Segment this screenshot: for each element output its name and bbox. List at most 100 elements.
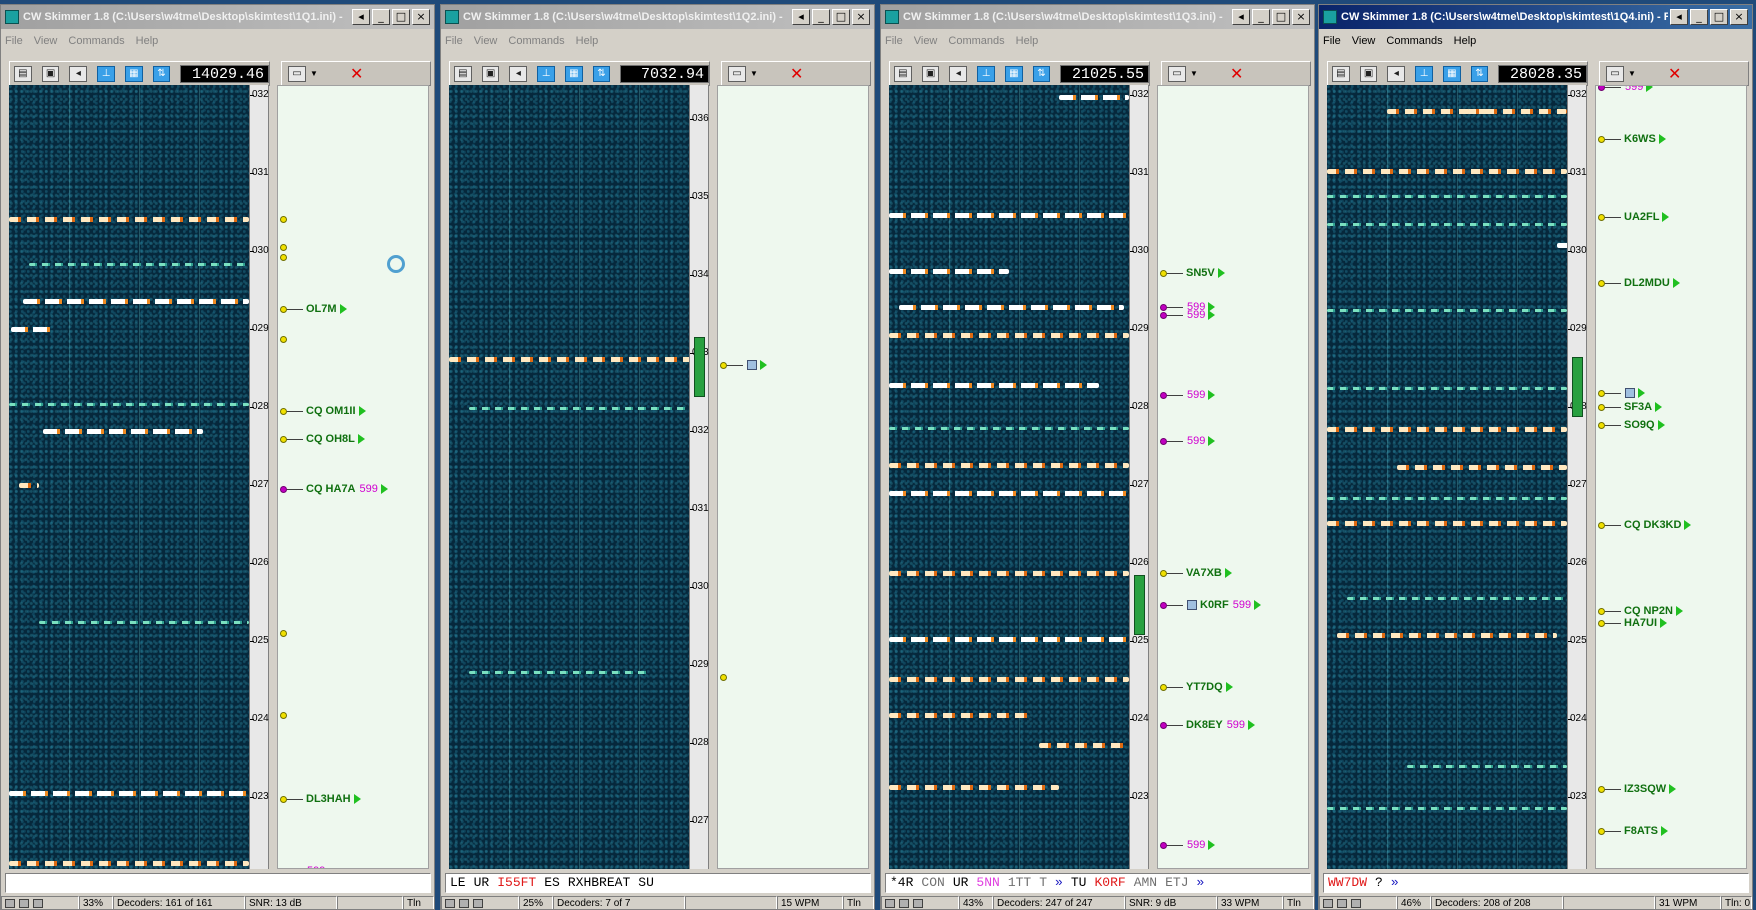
spot-item[interactable]: F8ATS (1598, 824, 1669, 838)
sync-icon[interactable]: ⇅ (592, 65, 611, 82)
decoded-word[interactable]: CON (921, 875, 944, 890)
spots-panel[interactable] (717, 85, 869, 869)
menu-help[interactable]: Help (136, 35, 159, 47)
keyer-icon[interactable]: ▣ (921, 65, 940, 82)
restore-button[interactable]: ◂ (1670, 9, 1688, 25)
radio-icon[interactable]: ▤ (454, 65, 472, 82)
spot-item[interactable] (280, 250, 287, 264)
decoded-word[interactable]: T (1039, 875, 1047, 890)
spot-callsign[interactable]: F8ATS (1624, 825, 1658, 837)
cw-signal-trace[interactable] (1327, 387, 1567, 390)
close-button[interactable]: × (1730, 9, 1748, 25)
spot-item[interactable]: K0RF 599 (1160, 598, 1262, 612)
play-icon[interactable] (1254, 600, 1262, 610)
spot-callsign[interactable]: CQ HA7A (306, 483, 356, 495)
waterfall-display[interactable] (1327, 85, 1567, 869)
restore-button[interactable]: ◂ (352, 9, 370, 25)
spot-item[interactable] (280, 332, 287, 346)
cw-signal-trace[interactable] (469, 407, 689, 410)
minimize-button[interactable]: _ (372, 9, 390, 25)
cw-signal-trace[interactable] (1347, 597, 1567, 600)
minimize-button[interactable]: _ (1252, 9, 1270, 25)
decoded-word[interactable]: I55FT (497, 875, 536, 890)
decoded-word[interactable]: UR (953, 875, 969, 890)
spot-callsign[interactable]: YT7DQ (1186, 681, 1223, 693)
cw-signal-trace[interactable] (889, 677, 1129, 682)
play-icon[interactable] (1208, 310, 1216, 320)
spot-callsign[interactable]: IZ3SQW (1624, 783, 1666, 795)
cw-signal-trace[interactable] (889, 213, 1129, 218)
close-button[interactable]: × (412, 9, 430, 25)
decoded-word[interactable]: 1TT (1008, 875, 1031, 890)
cw-signal-trace[interactable] (889, 463, 1129, 468)
spot-item[interactable]: 599 (1160, 308, 1216, 322)
menu-file[interactable]: File (5, 35, 23, 47)
play-icon[interactable] (1669, 784, 1677, 794)
spot-item[interactable]: CQ DK3KD (1598, 518, 1692, 532)
spot-filter-icon[interactable]: ▭ (1606, 65, 1624, 82)
tuning-marker[interactable] (694, 337, 705, 397)
spot-item[interactable] (280, 626, 287, 640)
chevron-down-icon[interactable]: ▼ (310, 69, 320, 78)
maximize-button[interactable]: □ (1272, 9, 1290, 25)
decoded-word[interactable]: » (1197, 875, 1205, 890)
save-icon[interactable]: ▦ (564, 65, 583, 82)
decoded-text[interactable]: LE UR I55FT ES RXHBREAT SU (445, 873, 871, 893)
spot-item[interactable]: 599 (1160, 838, 1216, 852)
spot-item[interactable]: K6WS (1598, 132, 1666, 146)
waterfall-display[interactable] (889, 85, 1129, 869)
keyer-icon[interactable]: ▣ (481, 65, 500, 82)
menu-commands[interactable]: Commands (1386, 35, 1442, 47)
play-icon[interactable] (1217, 268, 1225, 278)
close-button[interactable]: × (852, 9, 870, 25)
speaker-icon[interactable]: ◂ (949, 65, 968, 82)
frequency-scale[interactable]: 032 031 030 029 028 027 026 025 024 023 (1129, 85, 1149, 869)
decoded-word[interactable]: ETJ (1165, 875, 1188, 890)
cw-signal-trace[interactable] (9, 861, 249, 866)
cw-signal-trace[interactable] (889, 713, 1029, 718)
skimmer-window-3[interactable]: CW Skimmer 1.8 (C:\Users\w4tme\Desktop\s… (880, 4, 1315, 910)
cw-signal-trace[interactable] (1059, 95, 1129, 100)
spot-item[interactable] (1598, 386, 1645, 400)
spot-filter-icon[interactable]: ▭ (288, 65, 306, 82)
clear-spots-icon[interactable]: ✕ (1230, 64, 1243, 83)
keyer-icon[interactable]: ▣ (41, 65, 60, 82)
spot-callsign[interactable]: OL7M (306, 303, 337, 315)
spot-item[interactable]: 599 (1160, 388, 1216, 402)
spot-callsign[interactable]: CQ DK3KD (1624, 519, 1681, 531)
skimmer-window-1[interactable]: CW Skimmer 1.8 (C:\Users\w4tme\Desktop\s… (0, 4, 435, 910)
spot-item[interactable]: IZ3SQW (1598, 782, 1677, 796)
title-bar[interactable]: CW Skimmer 1.8 (C:\Users\w4tme\Desktop\s… (1, 5, 434, 29)
spot-item[interactable]: VA7XB (1160, 566, 1232, 580)
decoded-text[interactable] (5, 873, 431, 893)
play-icon[interactable] (1208, 436, 1216, 446)
keyer-icon[interactable]: ▣ (1359, 65, 1378, 82)
spot-callsign[interactable]: UA2FL (1624, 211, 1659, 223)
play-icon[interactable] (353, 794, 361, 804)
spot-item[interactable]: HA7UI (1598, 616, 1668, 630)
menu-file[interactable]: File (445, 35, 463, 47)
maximize-button[interactable]: □ (1710, 9, 1728, 25)
spot-callsign[interactable]: K6WS (1624, 133, 1656, 145)
spot-item[interactable]: DK8EY 599 (1160, 718, 1256, 732)
spot-item[interactable]: YT7DQ (1160, 680, 1233, 694)
spot-callsign[interactable]: SN5V (1186, 267, 1215, 279)
monitor-icon[interactable]: ⊥ (977, 65, 995, 82)
maximize-button[interactable]: □ (392, 9, 410, 25)
save-icon[interactable]: ▦ (1442, 65, 1461, 82)
decoded-word[interactable]: *4R (890, 875, 913, 890)
save-icon[interactable]: ▦ (1004, 65, 1023, 82)
play-icon[interactable] (1662, 212, 1670, 222)
decoded-word[interactable]: UR (474, 875, 490, 890)
play-icon[interactable] (1660, 618, 1668, 628)
spot-callsign[interactable]: DK8EY (1186, 719, 1223, 731)
decoded-text[interactable]: WW7DW? » (1323, 873, 1749, 893)
spot-callsign[interactable]: VA7XB (1186, 567, 1222, 579)
spot-callsign[interactable]: HA7UI (1624, 617, 1657, 629)
spot-item[interactable]: DL2MDU (1598, 276, 1680, 290)
minimize-button[interactable]: _ (812, 9, 830, 25)
spot-callsign[interactable]: SO9Q (1624, 419, 1655, 431)
maximize-button[interactable]: □ (832, 9, 850, 25)
frequency-display[interactable]: 7032.94 (620, 64, 710, 83)
cw-signal-trace[interactable] (889, 637, 1129, 642)
